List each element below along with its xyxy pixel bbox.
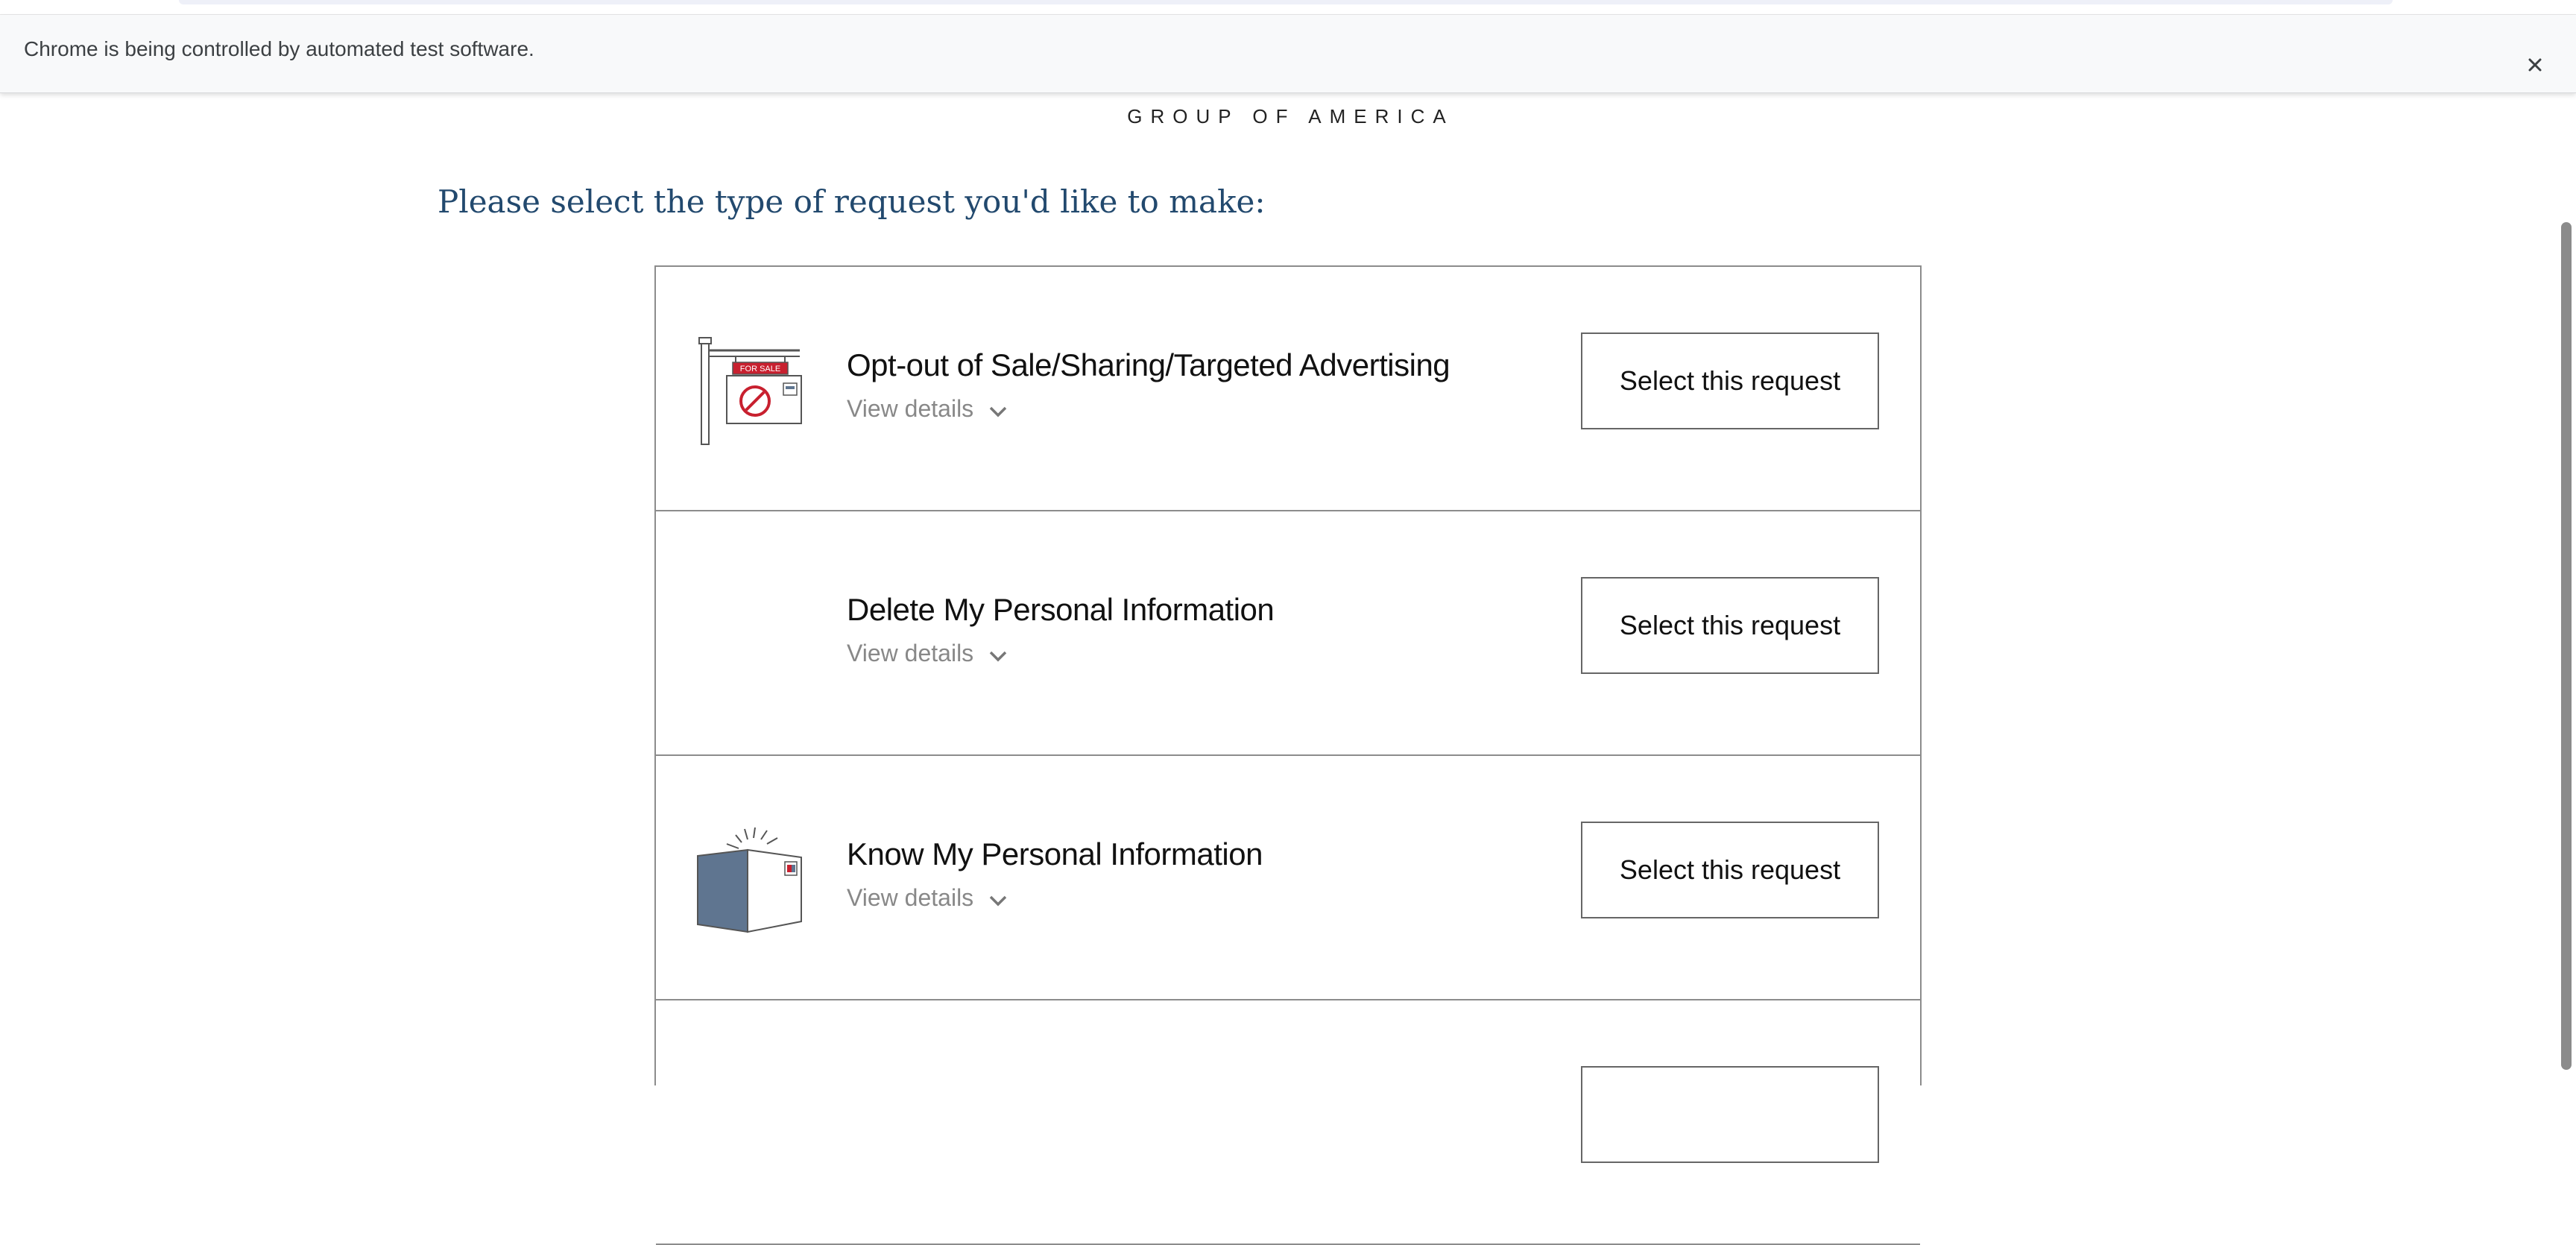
view-details-toggle[interactable]: View details [847,884,1008,912]
select-request-button[interactable]: Select this request [1581,577,1879,674]
infobar-message: Chrome is being controlled by automated … [24,37,534,60]
select-request-button[interactable]: Select this request [1581,332,1879,429]
request-card-delete: Delete My Personal Information View deta… [656,511,1920,756]
select-request-button[interactable] [1581,1066,1879,1163]
view-details-label: View details [847,884,974,911]
brand-subtitle: GROUP OF AMERICA [1127,105,1454,127]
request-card-opt-out: FOR SALE Opt-out of Sale/Sharing/Targete… [656,267,1920,511]
for-sale-sign-icon: FOR SALE [698,337,802,445]
view-details-toggle[interactable]: View details [847,640,1008,667]
request-card-partial [656,1000,1920,1245]
scrollbar-thumb[interactable] [2561,222,2572,1070]
request-title: Know My Personal Information [847,836,1263,872]
select-request-button[interactable]: Select this request [1581,822,1879,918]
chevron-down-icon [989,406,1007,417]
close-icon[interactable] [2524,54,2546,76]
request-title: Opt-out of Sale/Sharing/Targeted Adverti… [847,347,1450,382]
chevron-down-icon [989,651,1007,661]
view-details-label: View details [847,640,974,666]
request-title: Delete My Personal Information [847,592,1275,627]
request-type-prompt: Please select the type of request you'd … [438,183,1266,220]
open-book-icon [697,827,802,933]
view-details-toggle[interactable]: View details [847,395,1008,423]
address-bar-edge [179,0,2393,4]
svg-text:FOR SALE: FOR SALE [740,365,780,374]
request-card-know: Know My Personal Information View detail… [656,756,1920,1000]
automation-infobar: Chrome is being controlled by automated … [0,15,2576,93]
view-details-label: View details [847,395,974,422]
request-card-list: FOR SALE Opt-out of Sale/Sharing/Targete… [654,265,1922,1245]
browser-top-strip [0,0,2576,15]
chevron-down-icon [989,895,1007,906]
